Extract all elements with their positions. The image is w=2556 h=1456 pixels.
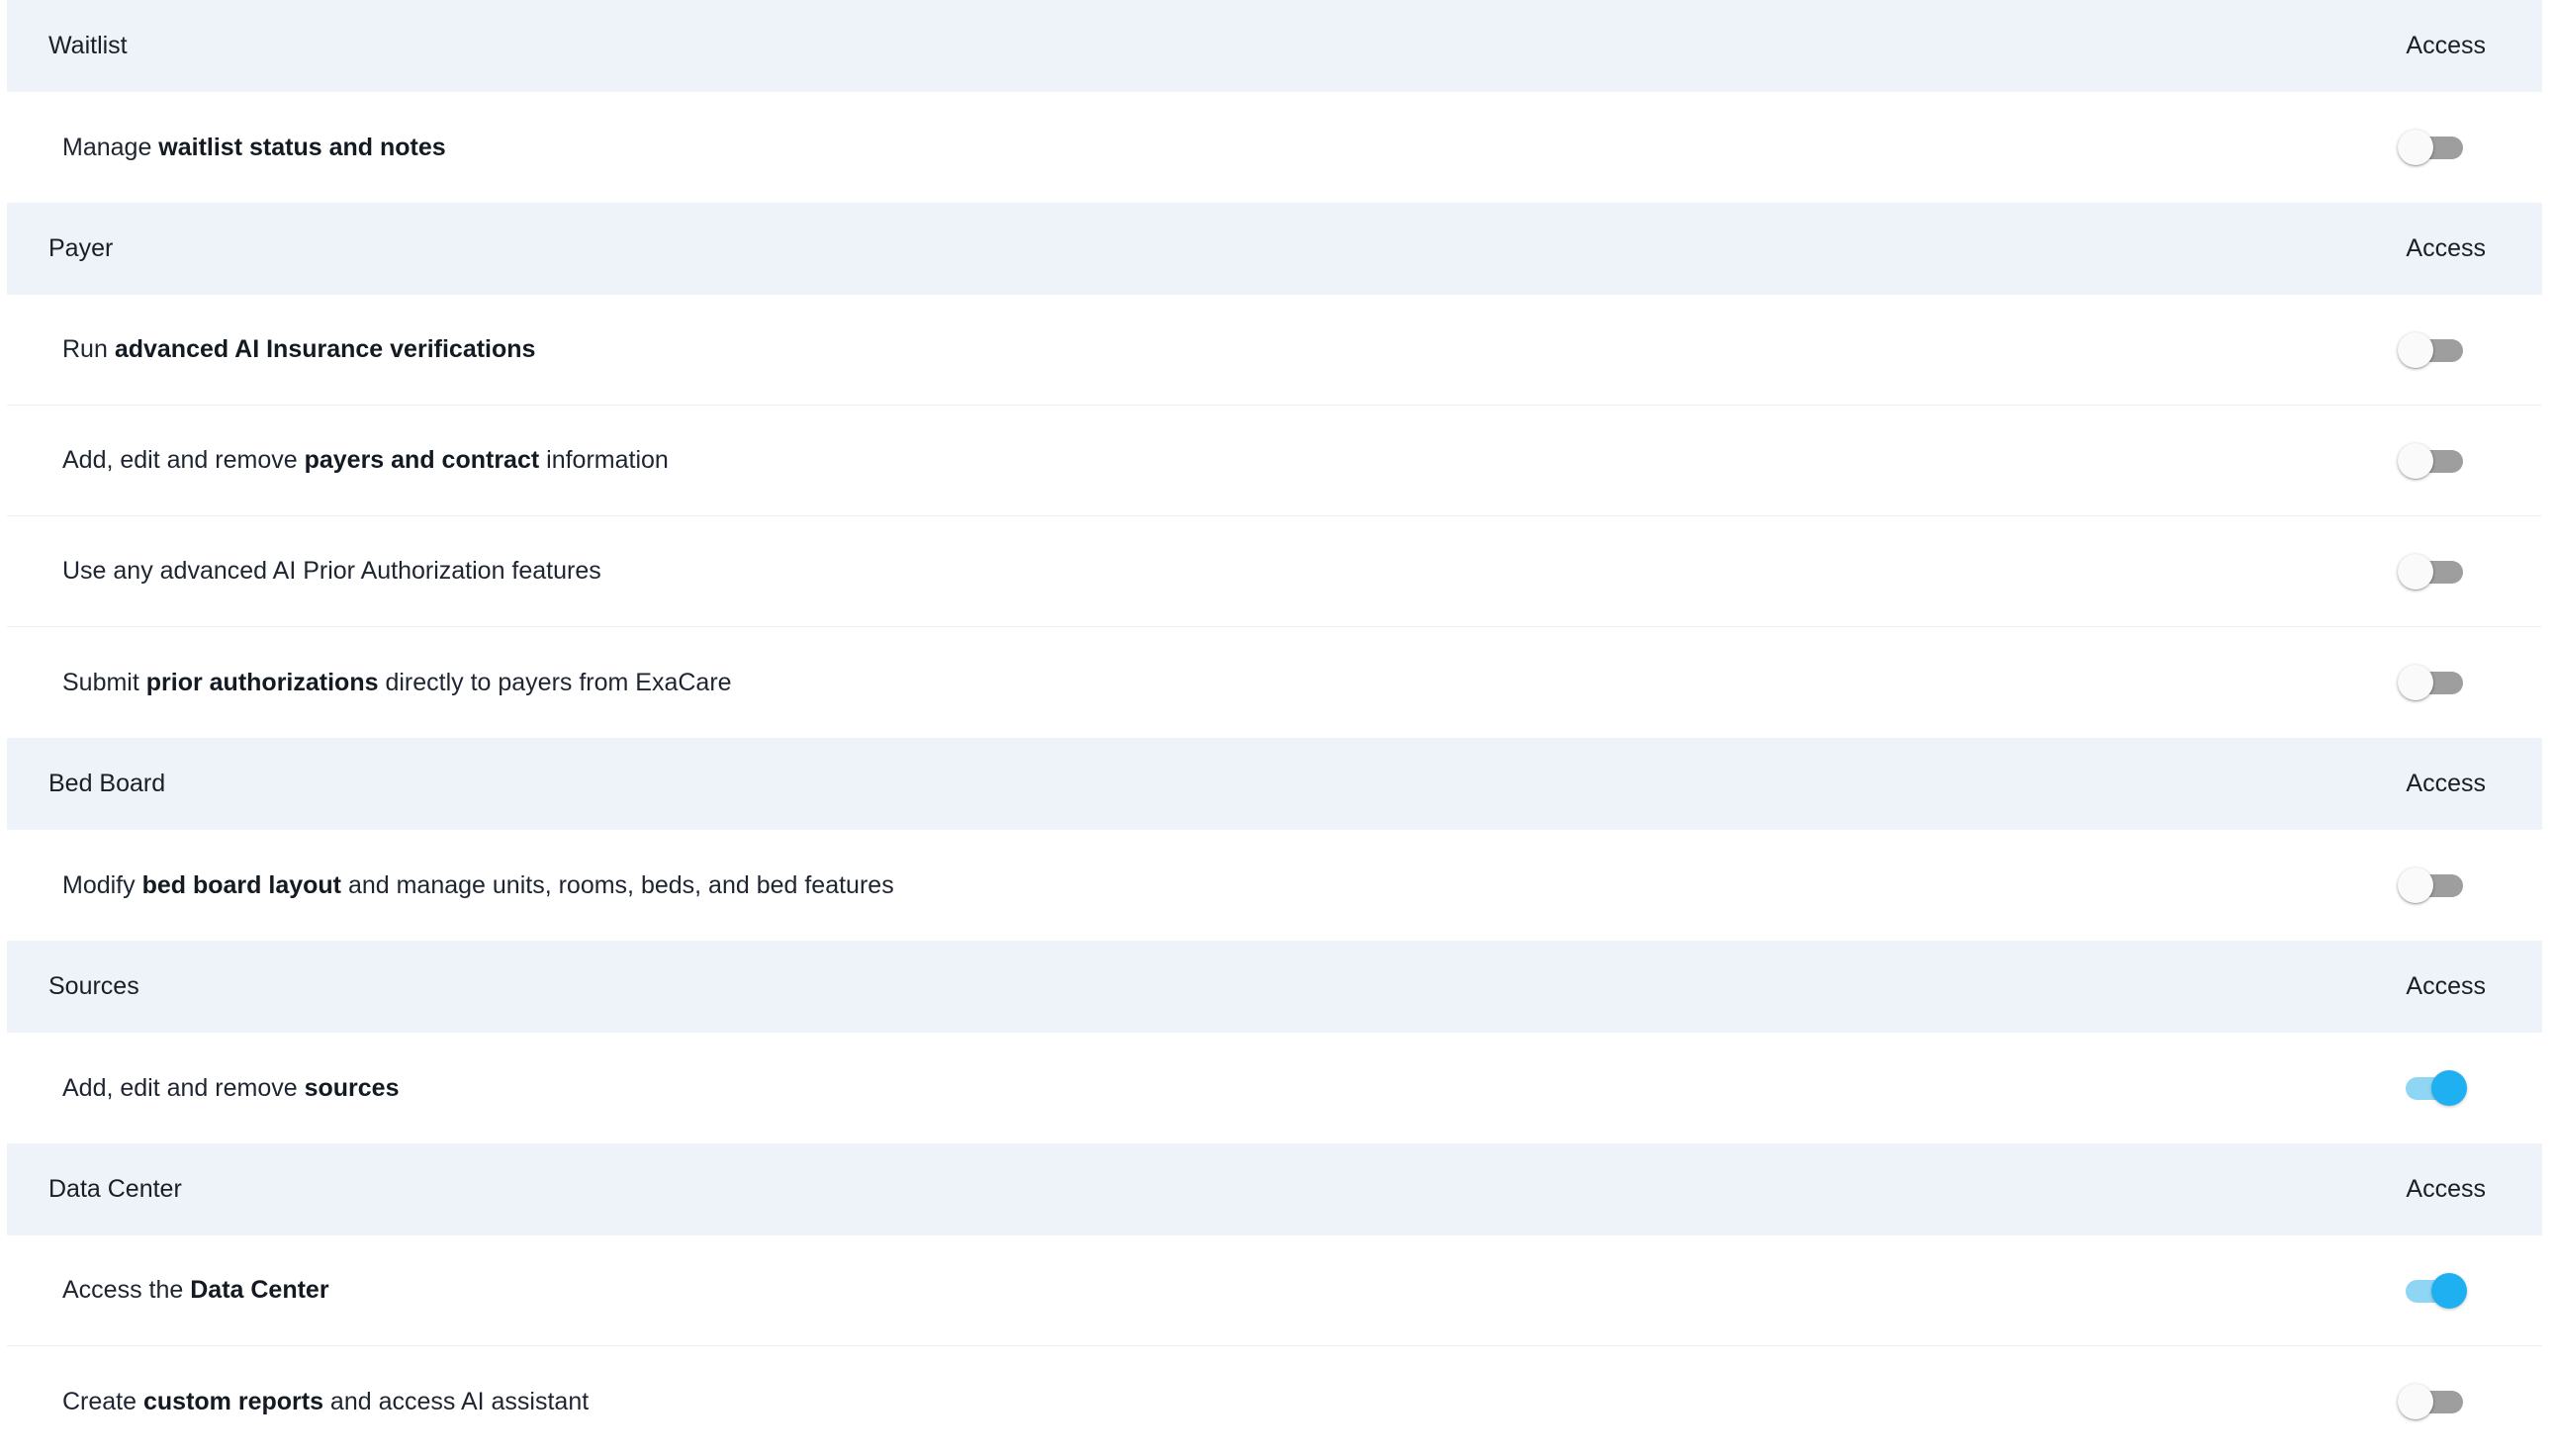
section-header-sources: Sources Access xyxy=(7,941,2542,1033)
access-toggle[interactable] xyxy=(2398,330,2467,370)
section-title: Sources xyxy=(48,972,139,1000)
permission-row: Create custom reports and access AI assi… xyxy=(7,1346,2542,1456)
permission-description: Access the Data Center xyxy=(62,1276,329,1305)
permission-text: Modify xyxy=(62,870,142,899)
access-column-label: Access xyxy=(2406,972,2486,1000)
permission-text: Create xyxy=(62,1387,143,1415)
permission-description: Submit prior authorizations directly to … xyxy=(62,669,732,697)
permission-text: and manage units, rooms, beds, and bed f… xyxy=(341,870,894,899)
permission-emphasis: prior authorizations xyxy=(145,668,379,696)
access-column-label: Access xyxy=(2406,32,2486,59)
permission-description: Manage waitlist status and notes xyxy=(62,134,446,162)
section-header-bed-board: Bed Board Access xyxy=(7,738,2542,830)
permission-text: Run xyxy=(62,335,115,363)
section-title: Data Center xyxy=(48,1175,182,1203)
access-toggle[interactable] xyxy=(2398,552,2467,592)
toggle-thumb xyxy=(2398,553,2433,590)
toggle-thumb xyxy=(2398,442,2433,479)
access-toggle[interactable] xyxy=(2398,128,2467,167)
access-toggle[interactable] xyxy=(2398,1382,2467,1421)
section-header-waitlist: Waitlist Access xyxy=(7,0,2542,92)
permission-row: Use any advanced AI Prior Authorization … xyxy=(7,516,2542,627)
section-header-data-center: Data Center Access xyxy=(7,1143,2542,1235)
permission-text: Submit xyxy=(62,668,146,696)
permission-row: Access the Data Center xyxy=(7,1235,2542,1346)
permission-text: information xyxy=(539,446,669,474)
permission-text: Add, edit and remove xyxy=(62,446,305,474)
access-column-label: Access xyxy=(2406,1175,2486,1203)
toggle-thumb xyxy=(2398,130,2433,165)
toggle-thumb xyxy=(2431,1070,2467,1106)
permission-description: Modify bed board layout and manage units… xyxy=(62,871,894,900)
toggle-thumb xyxy=(2431,1272,2467,1309)
permission-text: directly to payers from ExaCare xyxy=(378,668,732,696)
permission-description: Use any advanced AI Prior Authorization … xyxy=(62,557,601,586)
access-toggle[interactable] xyxy=(2398,1271,2467,1311)
access-toggle[interactable] xyxy=(2398,1068,2467,1108)
toggle-thumb xyxy=(2398,1384,2433,1419)
permission-description: Add, edit and remove payers and contract… xyxy=(62,446,669,475)
permission-row: Modify bed board layout and manage units… xyxy=(7,830,2542,941)
permission-text: Access the xyxy=(62,1276,191,1304)
access-toggle[interactable] xyxy=(2398,663,2467,702)
permission-sections: Waitlist Access Manage waitlist status and… xyxy=(7,0,2542,1456)
permission-emphasis: advanced AI Insurance verifications xyxy=(114,335,536,363)
section-header-payer: Payer Access xyxy=(7,203,2542,295)
permission-text: Add, edit and remove xyxy=(62,1073,305,1102)
permission-text: Manage xyxy=(62,133,159,161)
permission-description: Create custom reports and access AI assi… xyxy=(62,1388,589,1416)
permission-row: Submit prior authorizations directly to … xyxy=(7,627,2542,738)
permission-emphasis: Data Center xyxy=(190,1276,329,1304)
permissions-panel: Waitlist Access Manage waitlist status and… xyxy=(7,0,2542,1456)
permission-emphasis: payers and contract xyxy=(304,446,540,474)
permission-text: and access AI assistant xyxy=(322,1387,590,1415)
section-title: Waitlist xyxy=(48,32,128,59)
permission-description: Run advanced AI Insurance verifications xyxy=(62,335,535,364)
permission-emphasis: waitlist status and notes xyxy=(158,133,446,161)
permission-emphasis: bed board layout xyxy=(141,870,341,899)
section-title: Payer xyxy=(48,234,114,262)
permission-description: Add, edit and remove sources xyxy=(62,1074,399,1103)
toggle-thumb xyxy=(2398,867,2433,903)
access-column-label: Access xyxy=(2406,770,2486,797)
permission-row: Run advanced AI Insurance verifications xyxy=(7,295,2542,406)
access-column-label: Access xyxy=(2406,234,2486,262)
permission-row: Manage waitlist status and notes xyxy=(7,92,2542,203)
permission-emphasis: sources xyxy=(304,1073,400,1102)
permission-row: Add, edit and remove sources xyxy=(7,1033,2542,1143)
permission-row: Add, edit and remove payers and contract… xyxy=(7,406,2542,516)
permission-emphasis: custom reports xyxy=(142,1387,323,1415)
access-toggle[interactable] xyxy=(2398,441,2467,481)
permission-text: Use any advanced AI Prior Authorization … xyxy=(62,557,601,585)
toggle-thumb xyxy=(2398,665,2433,700)
toggle-thumb xyxy=(2398,331,2433,368)
access-toggle[interactable] xyxy=(2398,865,2467,905)
section-title: Bed Board xyxy=(48,770,166,797)
